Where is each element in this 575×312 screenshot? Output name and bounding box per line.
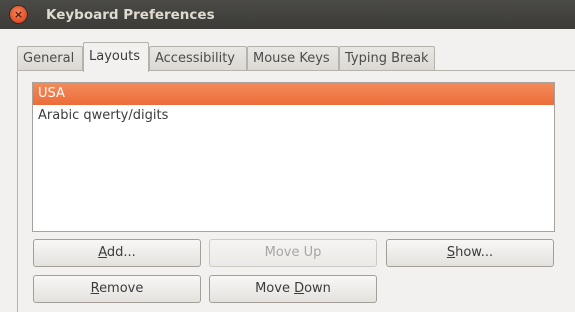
list-item[interactable]: USA: [33, 83, 554, 105]
remove-button[interactable]: Remove: [33, 275, 201, 303]
move-down-label-start: Move: [255, 281, 295, 296]
move-up-button[interactable]: Move Up: [209, 239, 377, 267]
show-label: how...: [455, 245, 494, 260]
tab-layouts[interactable]: Layouts: [83, 42, 149, 72]
tab-general[interactable]: General: [17, 46, 83, 70]
show-button[interactable]: Show...: [386, 239, 554, 267]
tab-typing-break[interactable]: Typing Break: [339, 46, 435, 70]
add-label: dd...: [106, 245, 136, 260]
keyboard-preferences-window: × Keyboard Preferences General Layouts A…: [0, 0, 575, 312]
show-mnemonic: S: [446, 245, 456, 260]
remove-label: emove: [99, 281, 144, 296]
move-down-label-end: own: [304, 281, 331, 296]
remove-mnemonic: R: [90, 281, 100, 296]
add-mnemonic: A: [98, 245, 107, 260]
title-bar: × Keyboard Preferences: [0, 0, 575, 29]
move-down-mnemonic: D: [294, 281, 305, 296]
move-up-label: Move Up: [264, 245, 322, 260]
move-down-button[interactable]: Move Down: [209, 275, 377, 303]
layouts-list[interactable]: USA Arabic qwerty/digits: [32, 82, 555, 232]
tab-accessibility[interactable]: Accessibility: [149, 46, 247, 70]
list-item[interactable]: Arabic qwerty/digits: [33, 105, 554, 127]
tab-mouse-keys[interactable]: Mouse Keys: [247, 46, 339, 70]
close-icon[interactable]: ×: [10, 6, 27, 23]
window-title: Keyboard Preferences: [46, 7, 215, 23]
add-button[interactable]: Add...: [33, 239, 201, 267]
